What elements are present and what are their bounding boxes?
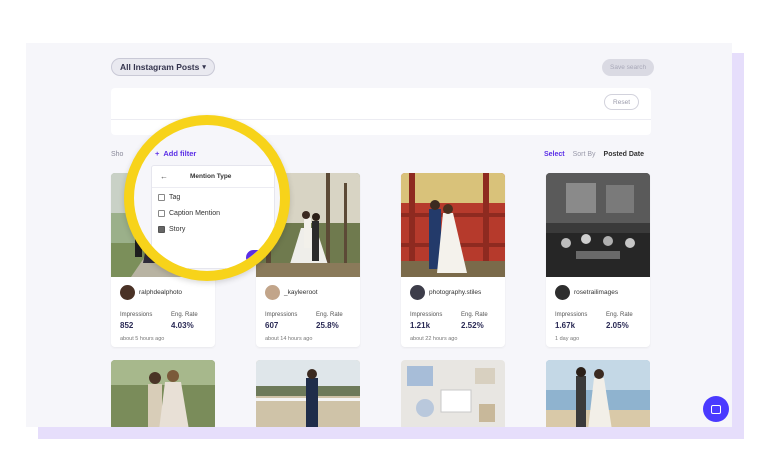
checkbox-story[interactable] (158, 226, 165, 233)
post-photo[interactable] (256, 360, 360, 427)
impressions-label: Impressions (265, 312, 298, 318)
checkbox-caption-mention[interactable] (158, 210, 165, 217)
post-card[interactable]: rosetrailimages Impressions Eng. Rate 1.… (546, 173, 650, 347)
option-tag[interactable]: Tag (158, 194, 180, 201)
avatar[interactable] (410, 285, 425, 300)
impressions-value: 852 (120, 321, 134, 330)
panel-title: Mention Type (190, 173, 232, 180)
avatar[interactable] (555, 285, 570, 300)
impressions-value: 1.21k (410, 321, 431, 330)
impressions-label: Impressions (120, 312, 153, 318)
select-link[interactable]: Select (544, 151, 565, 158)
post-username[interactable]: ralphdealphoto (139, 289, 182, 296)
eng-rate-value: 2.05% (606, 321, 629, 330)
reset-button[interactable]: Reset (604, 94, 639, 110)
chevron-down-icon: ▾ (202, 64, 206, 71)
add-filter-button[interactable]: + Add filter (155, 149, 196, 158)
panel-header: ← Mention Type (152, 166, 274, 188)
plus-icon: + (155, 149, 160, 158)
option-caption-mention[interactable]: Caption Mention (158, 210, 220, 217)
post-card-partial[interactable] (111, 360, 215, 427)
post-card-partial[interactable] (546, 360, 650, 427)
app-window: All Instagram Posts ▾ Save search Reset … (26, 43, 732, 427)
eng-rate-value: 25.8% (316, 321, 339, 330)
chat-icon (711, 404, 721, 414)
sort-by-label: Sort By (572, 151, 596, 158)
post-time: about 22 hours ago (410, 336, 458, 342)
posts-dropdown[interactable]: All Instagram Posts ▾ (111, 58, 215, 76)
impressions-label: Impressions (410, 312, 443, 318)
avatar[interactable] (120, 285, 135, 300)
eng-rate-label: Eng. Rate (461, 312, 488, 318)
checkbox-tag[interactable] (158, 194, 165, 201)
eng-rate-value: 2.52% (461, 321, 484, 330)
apply-button[interactable]: Apply (246, 250, 276, 265)
post-card[interactable]: photography.stiles Impressions Eng. Rate… (401, 173, 505, 347)
eng-rate-label: Eng. Rate (316, 312, 343, 318)
option-label: Tag (169, 194, 181, 201)
impressions-value: 1.67k (555, 321, 576, 330)
post-photo[interactable] (401, 360, 505, 427)
avatar[interactable] (265, 285, 280, 300)
save-search-button[interactable]: Save search (602, 59, 655, 76)
eng-rate-label: Eng. Rate (606, 312, 633, 318)
eng-rate-value: 4.03% (171, 321, 194, 330)
option-label: Story (169, 226, 186, 233)
stage: All Instagram Posts ▾ Save search Reset … (0, 0, 768, 467)
sort-controls: Select Sort By Posted Date (544, 151, 644, 158)
post-time: about 5 hours ago (120, 336, 165, 342)
impressions-label: Impressions (555, 312, 588, 318)
post-photo[interactable] (111, 360, 215, 427)
posts-dropdown-label: All Instagram Posts (120, 62, 200, 72)
chat-button[interactable] (703, 396, 729, 422)
add-filter-label: Add filter (163, 149, 197, 158)
post-card-partial[interactable] (401, 360, 505, 427)
impressions-value: 607 (265, 321, 279, 330)
post-photo[interactable] (546, 360, 650, 427)
post-time: 1 day ago (555, 336, 580, 342)
mention-type-panel: ← Mention Type Tag Caption Mention Story… (151, 165, 276, 269)
post-time: about 14 hours ago (265, 336, 313, 342)
option-story[interactable]: Story (158, 226, 185, 233)
filter-highlight-lens: + Add filter ← Mention Type Tag Caption … (124, 115, 290, 281)
eng-rate-label: Eng. Rate (171, 312, 198, 318)
post-card-partial[interactable] (256, 360, 360, 427)
post-photo[interactable] (546, 173, 650, 277)
sort-dropdown[interactable]: Posted Date (604, 151, 644, 158)
post-username[interactable]: rosetrailimages (574, 289, 618, 296)
results-count-text: Sho (111, 151, 124, 158)
post-username[interactable]: photography.stiles (429, 289, 481, 296)
arrow-left-icon[interactable]: ← (160, 172, 190, 181)
post-photo[interactable] (401, 173, 505, 277)
option-label: Caption Mention (169, 210, 220, 217)
post-username[interactable]: _kayleeroot (284, 289, 318, 296)
